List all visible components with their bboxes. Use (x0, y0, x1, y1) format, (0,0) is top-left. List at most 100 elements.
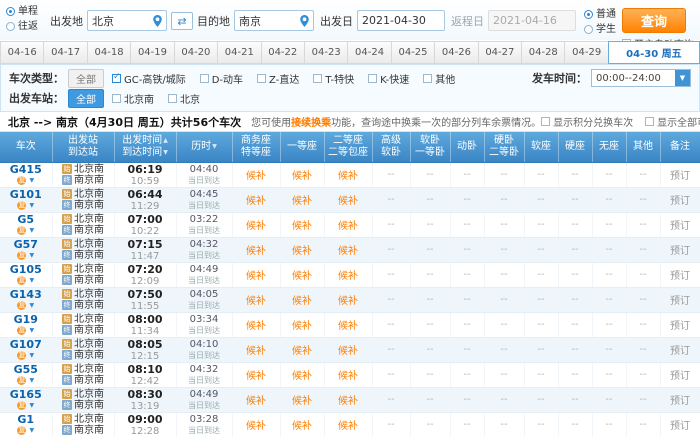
seat-cell[interactable]: 候补 (324, 412, 372, 436)
train-number-link[interactable]: G19 (0, 314, 52, 326)
train-type-all-tag[interactable]: 全部 (68, 69, 104, 88)
train-number-link[interactable]: G5 (0, 214, 52, 226)
book-link[interactable]: 预订 (670, 171, 690, 182)
expand-arrow-icon[interactable]: ▼ (29, 402, 34, 409)
train-number-link[interactable]: G105 (0, 264, 52, 276)
seat-cell[interactable]: 候补 (280, 387, 324, 412)
column-header[interactable]: 商务座特等座 (232, 132, 280, 162)
seat-cell[interactable]: 候补 (324, 337, 372, 362)
date-tab[interactable]: 04-17 (43, 41, 87, 64)
seat-cell[interactable]: 候补 (280, 237, 324, 262)
transfer-link[interactable]: 接续换乘 (291, 118, 331, 129)
seat-cell[interactable]: 候补 (280, 337, 324, 362)
passenger-normal-radio[interactable]: 普通 (584, 8, 616, 21)
seat-cell[interactable]: 候补 (232, 412, 280, 436)
to-input[interactable]: 南京 (234, 10, 314, 31)
date-tab[interactable]: 04-20 (174, 41, 218, 64)
column-header[interactable]: 硬卧二等卧 (484, 132, 524, 162)
seat-cell[interactable]: 候补 (280, 262, 324, 287)
book-link[interactable]: 预订 (670, 321, 690, 332)
date-tab[interactable]: 04-19 (130, 41, 174, 64)
train-number-link[interactable]: G57 (0, 239, 52, 251)
depart-station-option[interactable]: 北京 (168, 91, 200, 106)
sort-icon[interactable]: ▼ (163, 149, 168, 156)
column-header[interactable]: 无座 (592, 132, 626, 162)
seat-cell[interactable]: 候补 (232, 362, 280, 387)
column-header[interactable]: 出发站到达站 (52, 132, 114, 162)
book-link[interactable]: 预订 (670, 371, 690, 382)
expand-arrow-icon[interactable]: ▼ (29, 202, 34, 209)
train-number-link[interactable]: G415 (0, 164, 52, 176)
column-header[interactable]: 动卧 (450, 132, 484, 162)
seat-cell[interactable]: 候补 (232, 387, 280, 412)
date-tab[interactable]: 04-16 (0, 41, 44, 64)
seat-cell[interactable]: 候补 (232, 262, 280, 287)
column-header[interactable]: 高级软卧 (372, 132, 410, 162)
train-number-link[interactable]: G165 (0, 389, 52, 401)
seat-cell[interactable]: 候补 (232, 287, 280, 312)
expand-arrow-icon[interactable]: ▼ (29, 177, 34, 184)
seat-cell[interactable]: 候补 (324, 312, 372, 337)
column-header[interactable]: 一等座 (280, 132, 324, 162)
date-tab[interactable]: 04-25 (391, 41, 435, 64)
seat-cell[interactable]: 候补 (324, 237, 372, 262)
book-link[interactable]: 预订 (670, 196, 690, 207)
seat-cell[interactable]: 候补 (232, 337, 280, 362)
expand-arrow-icon[interactable]: ▼ (29, 302, 34, 309)
book-link[interactable]: 预订 (670, 346, 690, 357)
seat-cell[interactable]: 候补 (232, 162, 280, 187)
depart-time-select[interactable]: 00:00--24:00 ▼ (591, 69, 691, 87)
seat-cell[interactable]: 候补 (324, 187, 372, 212)
expand-arrow-icon[interactable]: ▼ (29, 252, 34, 259)
train-number-link[interactable]: G143 (0, 289, 52, 301)
column-header[interactable]: 二等座二等包座 (324, 132, 372, 162)
date-tab[interactable]: 04-24 (347, 41, 391, 64)
date-tab[interactable]: 04-21 (217, 41, 261, 64)
book-link[interactable]: 预订 (670, 271, 690, 282)
seat-cell[interactable]: 候补 (324, 387, 372, 412)
expand-arrow-icon[interactable]: ▼ (29, 427, 34, 434)
date-tab[interactable]: 04-18 (87, 41, 131, 64)
expand-arrow-icon[interactable]: ▼ (29, 327, 34, 334)
date-tab-selected[interactable]: 04-30 周五 (608, 41, 700, 64)
query-button[interactable]: 查询 (622, 8, 686, 33)
column-header[interactable]: 历时▼ (176, 132, 232, 162)
seat-cell[interactable]: 候补 (232, 237, 280, 262)
trip-oneway-radio[interactable]: 单程 (6, 5, 38, 18)
sort-icon[interactable]: ▼ (212, 143, 217, 150)
seat-cell[interactable]: 候补 (324, 362, 372, 387)
depart-station-all-tag[interactable]: 全部 (68, 89, 104, 108)
seat-cell[interactable]: 候补 (232, 212, 280, 237)
depart-station-option[interactable]: 北京南 (112, 91, 154, 106)
expand-arrow-icon[interactable]: ▼ (29, 377, 34, 384)
train-type-option[interactable]: K-快速 (368, 71, 409, 86)
date-tab[interactable]: 04-26 (434, 41, 478, 64)
train-type-option[interactable]: Z-直达 (257, 71, 299, 86)
display-toggle-checkbox[interactable]: 显示全部可预订车次 (645, 114, 700, 129)
seat-cell[interactable]: 候补 (324, 162, 372, 187)
date-tab[interactable]: 04-22 (261, 41, 305, 64)
expand-arrow-icon[interactable]: ▼ (29, 277, 34, 284)
train-type-option[interactable]: T-特快 (313, 71, 354, 86)
passenger-student-radio[interactable]: 学生 (584, 23, 616, 36)
seat-cell[interactable]: 候补 (280, 187, 324, 212)
seat-cell[interactable]: 候补 (324, 212, 372, 237)
seat-cell[interactable]: 候补 (232, 187, 280, 212)
book-link[interactable]: 预订 (670, 296, 690, 307)
trip-roundtrip-radio[interactable]: 往返 (6, 20, 38, 33)
column-header[interactable]: 出发时间▲到达时间▼ (114, 132, 176, 162)
book-link[interactable]: 预订 (670, 421, 690, 432)
train-number-link[interactable]: G1 (0, 414, 52, 426)
column-header[interactable]: 软卧一等卧 (410, 132, 450, 162)
depart-date-input[interactable]: 2021-04-30 (357, 10, 445, 31)
from-input[interactable]: 北京 (87, 10, 167, 31)
train-number-link[interactable]: G101 (0, 189, 52, 201)
expand-arrow-icon[interactable]: ▼ (29, 352, 34, 359)
train-number-link[interactable]: G55 (0, 364, 52, 376)
display-toggle-checkbox[interactable]: 显示积分兑换车次 (541, 114, 633, 129)
expand-arrow-icon[interactable]: ▼ (29, 227, 34, 234)
train-type-option[interactable]: GC-高铁/城际 (112, 71, 186, 86)
seat-cell[interactable]: 候补 (280, 412, 324, 436)
book-link[interactable]: 预订 (670, 246, 690, 257)
seat-cell[interactable]: 候补 (324, 287, 372, 312)
